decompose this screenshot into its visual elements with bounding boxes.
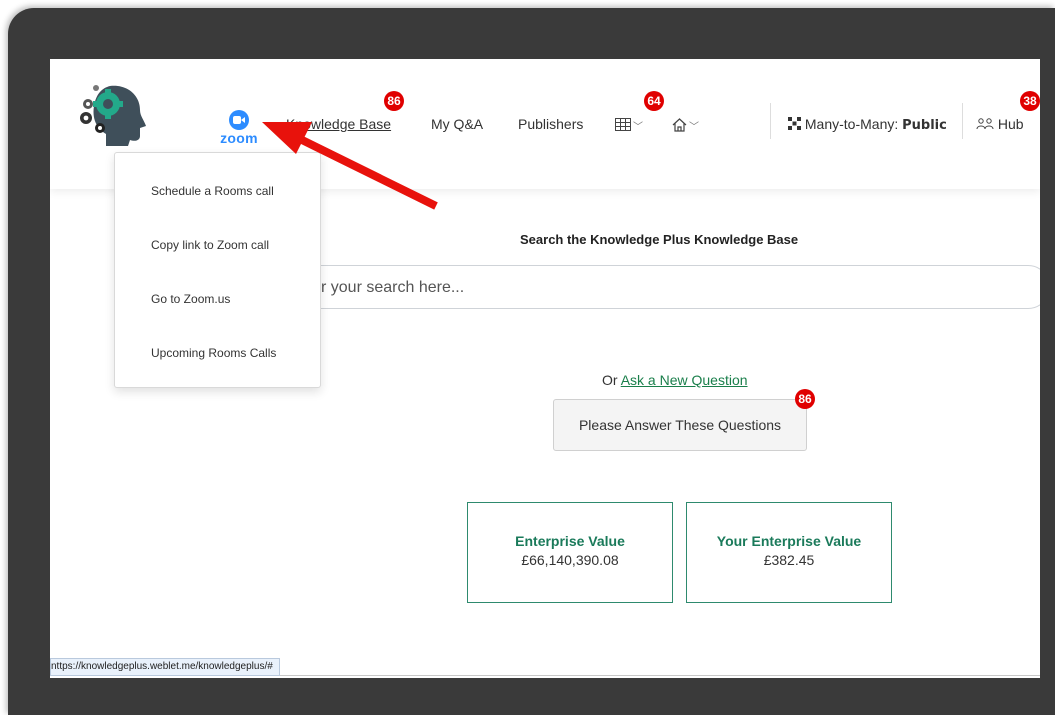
zoom-camera-icon xyxy=(229,110,249,130)
many-to-many-value: Public xyxy=(902,118,947,133)
nav-knowledge-base[interactable]: Knowledge Base xyxy=(286,116,391,132)
status-bar-url: nttps://knowledgeplus.weblet.me/knowledg… xyxy=(50,658,280,676)
zoom-dropdown-menu: Schedule a Rooms call Copy link to Zoom … xyxy=(114,152,321,388)
nav-hub[interactable]: Hub xyxy=(976,116,1024,132)
knowledge-base-badge: 86 xyxy=(384,91,404,111)
card-value: £382.45 xyxy=(763,552,815,568)
grid-menu-button[interactable]: ﹀ xyxy=(615,117,643,136)
your-enterprise-value-card[interactable]: Your Enterprise Value £382.45 xyxy=(686,502,892,603)
search-heading: Search the Knowledge Plus Knowledge Base xyxy=(520,232,799,247)
many-to-many-label: Many-to-Many: xyxy=(804,116,899,132)
chevron-down-icon: ﹀ xyxy=(633,122,643,133)
nav-publishers[interactable]: Publishers xyxy=(518,116,583,132)
grid-icon xyxy=(615,118,631,131)
menu-item-go-to-zoom[interactable]: Go to Zoom.us xyxy=(151,292,230,306)
home-menu-button[interactable]: ﹀ xyxy=(672,117,699,136)
card-title: Your Enterprise Value xyxy=(716,533,862,549)
nav-divider xyxy=(770,103,771,139)
knowledge-plus-logo[interactable] xyxy=(74,82,150,148)
home-icon xyxy=(672,118,687,132)
ask-new-question-link[interactable]: Ask a New Question xyxy=(621,372,748,388)
zoom-label: zoom xyxy=(220,130,258,146)
chevron-down-icon: ﹀ xyxy=(689,122,699,133)
card-title: Enterprise Value xyxy=(515,533,625,549)
answer-questions-button[interactable]: Please Answer These Questions xyxy=(553,399,807,451)
menu-item-copy-zoom-link[interactable]: Copy link to Zoom call xyxy=(151,238,269,252)
browser-viewport: zoom Knowledge Base 86 My Q&A Publishers… xyxy=(50,59,1040,678)
answer-questions-badge: 86 xyxy=(795,389,815,409)
hub-badge: 38 xyxy=(1020,91,1040,111)
menu-item-upcoming-rooms-calls[interactable]: Upcoming Rooms Calls xyxy=(151,346,276,360)
many-to-many-toggle[interactable]: Many-to-Many: Public xyxy=(788,116,947,134)
ask-question-line: Or Ask a New Question xyxy=(602,372,748,388)
zoom-menu-button[interactable]: zoom xyxy=(216,110,262,146)
people-icon xyxy=(976,118,994,130)
nav-my-qa[interactable]: My Q&A xyxy=(431,116,483,132)
card-value: £66,140,390.08 xyxy=(521,552,619,568)
or-text: Or xyxy=(602,372,618,388)
menu-item-schedule-rooms-call[interactable]: Schedule a Rooms call xyxy=(151,184,274,198)
search-placeholder: r your search here... xyxy=(321,279,465,296)
device-frame: zoom Knowledge Base 86 My Q&A Publishers… xyxy=(8,8,1055,715)
search-input[interactable]: r your search here... xyxy=(250,265,1040,309)
enterprise-value-card[interactable]: Enterprise Value £66,140,390.08 xyxy=(467,502,673,603)
network-icon xyxy=(788,117,801,130)
nav-divider xyxy=(962,103,963,139)
hub-label: Hub xyxy=(997,116,1024,132)
grid-badge: 64 xyxy=(644,91,664,111)
